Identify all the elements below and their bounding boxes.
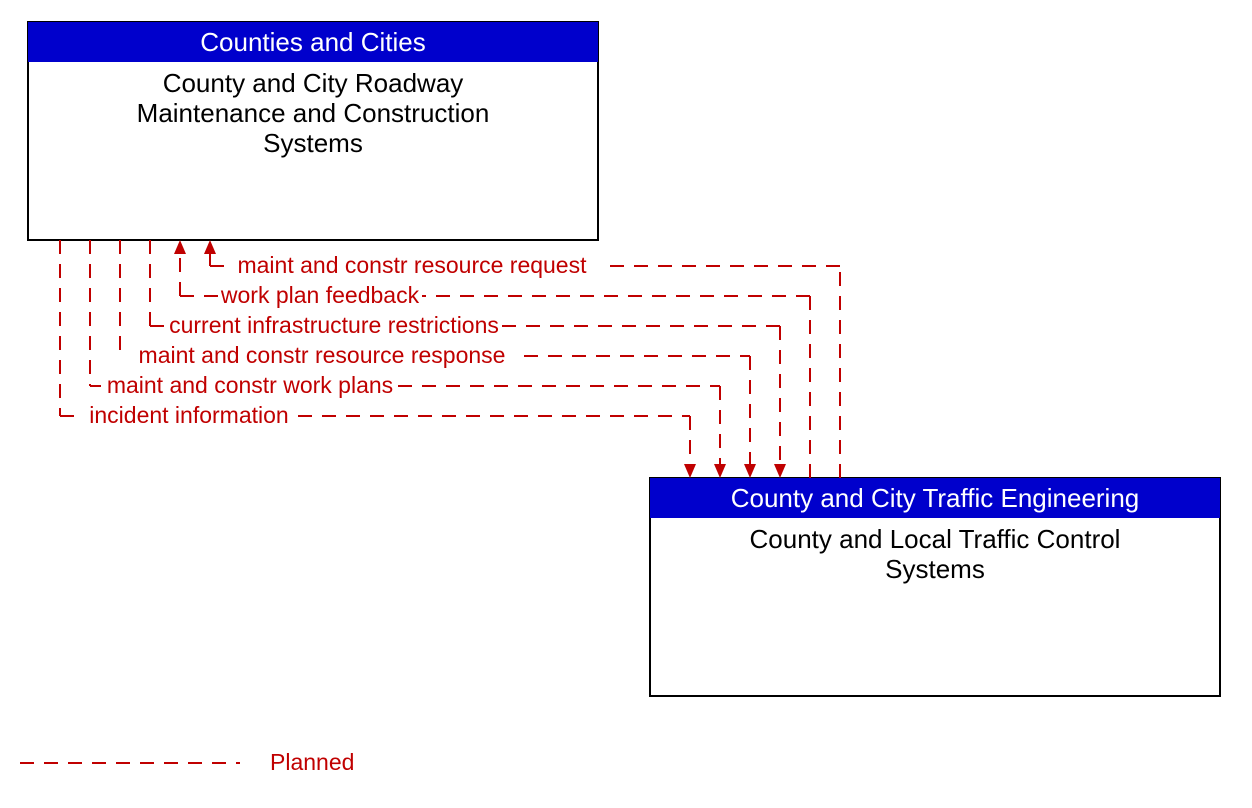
box-a-body-line3: Systems <box>263 128 363 158</box>
flow-label-work-plans: maint and constr work plans <box>107 372 393 398</box>
box-county-city-roadway-maintenance: Counties and Cities County and City Road… <box>28 22 598 240</box>
box-b-body-line1: County and Local Traffic Control <box>750 524 1121 554</box>
box-b-body-line2: Systems <box>885 554 985 584</box>
legend-planned-label: Planned <box>270 749 354 775</box>
flow-label-resource-request: maint and constr resource request <box>237 252 587 278</box>
box-county-local-traffic-control: County and City Traffic Engineering Coun… <box>650 478 1220 696</box>
box-a-header-text: Counties and Cities <box>200 27 425 57</box>
box-a-body-line2: Maintenance and Construction <box>137 98 490 128</box>
flow-label-resource-response: maint and constr resource response <box>139 342 506 368</box>
legend: Planned <box>20 749 354 775</box>
box-b-header-text: County and City Traffic Engineering <box>731 483 1140 513</box>
flow-label-work-plan-feedback: work plan feedback <box>220 282 420 308</box>
flow-label-incident-information: incident information <box>89 402 288 428</box>
flow-label-infrastructure-restrictions: current infrastructure restrictions <box>169 312 499 338</box>
architecture-flow-diagram: Counties and Cities County and City Road… <box>0 0 1252 808</box>
box-a-body-line1: County and City Roadway <box>163 68 464 98</box>
